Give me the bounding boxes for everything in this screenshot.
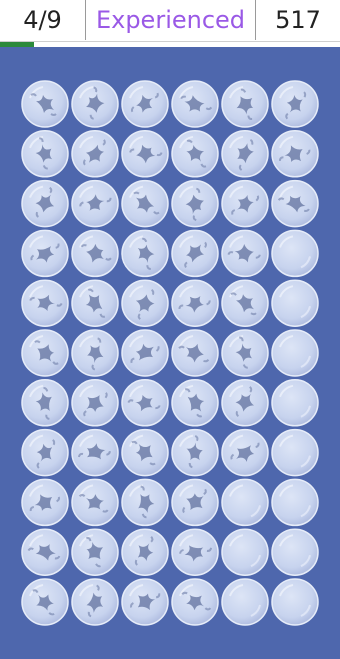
bubble-marked[interactable] bbox=[71, 478, 119, 527]
bubble-marked[interactable] bbox=[21, 279, 69, 327]
bubble-marked[interactable] bbox=[121, 229, 169, 278]
bubble-marked[interactable] bbox=[121, 179, 169, 228]
bubble-marked[interactable] bbox=[171, 379, 219, 427]
bubble-marked[interactable] bbox=[21, 428, 69, 477]
bubble-marked[interactable] bbox=[71, 329, 119, 377]
bubble-marked[interactable] bbox=[121, 379, 169, 427]
game-screen: 4/9 Experienced 517 bbox=[0, 0, 340, 659]
bubble-marked[interactable] bbox=[221, 80, 269, 128]
bubble-marked[interactable] bbox=[21, 329, 69, 377]
bubble-marked[interactable] bbox=[21, 478, 69, 527]
level-text: 4/9 bbox=[23, 6, 62, 34]
bubble-marked[interactable] bbox=[71, 578, 119, 626]
bubble-marked[interactable] bbox=[121, 528, 169, 576]
bubble-marked[interactable] bbox=[171, 428, 219, 477]
bubble-marked[interactable] bbox=[171, 329, 219, 377]
bubble-marked[interactable] bbox=[121, 130, 169, 178]
bubble-marked[interactable] bbox=[121, 428, 169, 477]
game-board bbox=[0, 47, 340, 659]
bubble-empty[interactable] bbox=[221, 478, 269, 527]
difficulty-text: Experienced bbox=[95, 6, 246, 34]
bubble-marked[interactable] bbox=[71, 279, 119, 327]
bubble-marked[interactable] bbox=[271, 179, 319, 228]
bubble-marked[interactable] bbox=[171, 80, 219, 128]
bubble-marked[interactable] bbox=[21, 229, 69, 278]
bubble-marked[interactable] bbox=[71, 379, 119, 427]
bubble-empty[interactable] bbox=[271, 578, 319, 626]
bubble-marked[interactable] bbox=[121, 578, 169, 626]
bubble-empty[interactable] bbox=[271, 279, 319, 327]
bubble-marked[interactable] bbox=[71, 130, 119, 178]
bubble-marked[interactable] bbox=[221, 428, 269, 477]
bubble-empty[interactable] bbox=[271, 379, 319, 427]
status-bar: 4/9 Experienced 517 bbox=[0, 0, 340, 42]
bubble-marked[interactable] bbox=[221, 130, 269, 178]
bubble-marked[interactable] bbox=[271, 80, 319, 128]
bubble-marked[interactable] bbox=[71, 528, 119, 576]
bubble-marked[interactable] bbox=[21, 179, 69, 228]
bubble-marked[interactable] bbox=[171, 528, 219, 576]
bubble-marked[interactable] bbox=[121, 478, 169, 527]
bubble-marked[interactable] bbox=[121, 329, 169, 377]
score-counter: 517 bbox=[256, 0, 340, 40]
bubble-marked[interactable] bbox=[221, 279, 269, 327]
bubble-marked[interactable] bbox=[171, 478, 219, 527]
bubble-marked[interactable] bbox=[121, 279, 169, 327]
bubble-marked[interactable] bbox=[21, 130, 69, 178]
bubble-marked[interactable] bbox=[71, 179, 119, 228]
bubble-marked[interactable] bbox=[171, 229, 219, 278]
bubble-marked[interactable] bbox=[21, 80, 69, 128]
bubble-empty[interactable] bbox=[221, 578, 269, 626]
score-text: 517 bbox=[275, 6, 321, 34]
bubble-marked[interactable] bbox=[121, 80, 169, 128]
bubble-marked[interactable] bbox=[71, 229, 119, 278]
bubble-empty[interactable] bbox=[271, 478, 319, 527]
bubble-marked[interactable] bbox=[21, 578, 69, 626]
bubble-marked[interactable] bbox=[71, 80, 119, 128]
bubble-marked[interactable] bbox=[71, 428, 119, 477]
bubble-marked[interactable] bbox=[221, 379, 269, 427]
bubble-marked[interactable] bbox=[171, 179, 219, 228]
bubble-marked[interactable] bbox=[221, 179, 269, 228]
bubble-empty[interactable] bbox=[221, 528, 269, 576]
bubble-empty[interactable] bbox=[271, 528, 319, 576]
bubble-marked[interactable] bbox=[21, 379, 69, 427]
bubble-empty[interactable] bbox=[271, 229, 319, 278]
bubble-marked[interactable] bbox=[171, 578, 219, 626]
level-counter: 4/9 bbox=[0, 0, 86, 40]
bubble-marked[interactable] bbox=[171, 279, 219, 327]
difficulty-label[interactable]: Experienced bbox=[86, 0, 256, 40]
bubble-grid bbox=[21, 80, 319, 626]
bubble-marked[interactable] bbox=[21, 528, 69, 576]
bubble-marked[interactable] bbox=[271, 130, 319, 178]
bubble-marked[interactable] bbox=[221, 329, 269, 377]
bubble-marked[interactable] bbox=[171, 130, 219, 178]
bubble-empty[interactable] bbox=[271, 329, 319, 377]
bubble-empty[interactable] bbox=[271, 428, 319, 477]
bubble-marked[interactable] bbox=[221, 229, 269, 278]
